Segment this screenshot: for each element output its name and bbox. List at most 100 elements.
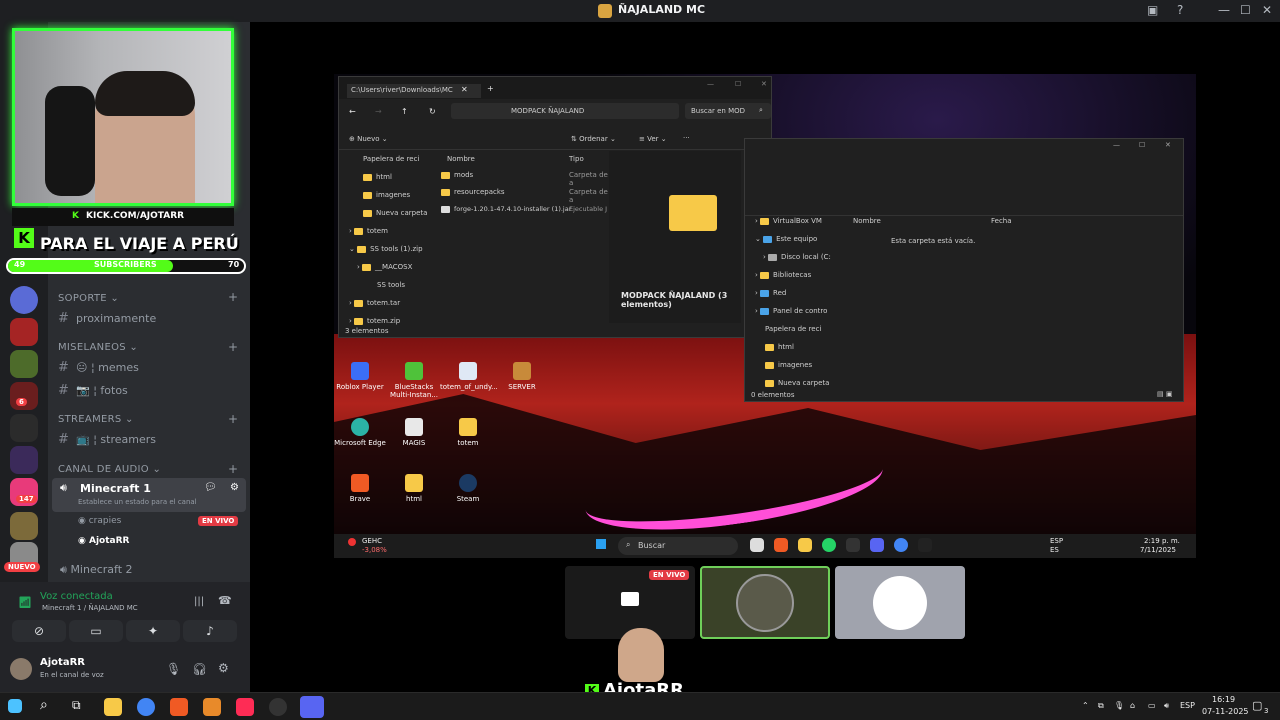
camera-button[interactable]: ⊘ xyxy=(12,620,66,642)
file-row[interactable]: mods Carpeta de a xyxy=(441,171,613,188)
tree-item[interactable]: › Red xyxy=(755,289,835,307)
disconnect-icon[interactable]: ☎ xyxy=(218,594,232,607)
channel-fotos[interactable]: # 📷 ¦ fotos xyxy=(58,383,128,398)
tree-item[interactable]: › Disco local (C: xyxy=(755,253,835,271)
desktop-icon-brave[interactable]: Brave xyxy=(332,474,388,503)
clock-date[interactable]: 07-11-2025 xyxy=(1202,707,1249,716)
clock-time[interactable]: 16:19 xyxy=(1212,695,1235,704)
settings-icon[interactable]: ⚙ xyxy=(230,482,239,493)
volume-icon[interactable]: 🔊︎ xyxy=(1164,701,1169,711)
windows-start-icon[interactable] xyxy=(8,699,22,713)
category-miselaneos[interactable]: MISELANEOS ⌄ xyxy=(58,342,138,353)
username[interactable]: AjotaRR xyxy=(40,657,85,668)
channel-proximamente[interactable]: # proximamente xyxy=(58,311,156,326)
activities-button[interactable]: ✦ xyxy=(126,620,180,642)
mic-icon[interactable]: 🎙︎ xyxy=(1114,701,1124,710)
desktop-icon-edge[interactable]: Microsoft Edge xyxy=(332,418,388,447)
tree-item[interactable]: html xyxy=(755,343,835,361)
obs-icon[interactable] xyxy=(269,698,287,716)
search-icon[interactable]: ⌕ xyxy=(40,697,48,713)
forward-icon[interactable]: → xyxy=(375,107,382,116)
discord-icon[interactable] xyxy=(300,696,324,718)
back-icon[interactable]: ← xyxy=(349,107,356,116)
server-icon[interactable] xyxy=(10,414,38,442)
tree-item[interactable]: › Bibliotecas xyxy=(755,271,835,289)
tree-item[interactable]: › totem xyxy=(349,227,429,245)
app-icon[interactable] xyxy=(203,698,221,716)
close-button[interactable]: ✕ xyxy=(1262,3,1272,17)
column-header-name[interactable]: Nombre xyxy=(853,217,881,225)
notification-icon[interactable]: ▢ xyxy=(1252,699,1262,712)
view-button[interactable]: ≡ Ver ⌄ xyxy=(639,135,667,143)
battery-icon[interactable]: ▭ xyxy=(1148,701,1156,710)
minimize-icon[interactable]: — xyxy=(707,80,714,88)
channel-status[interactable]: Establece un estado para el canal xyxy=(78,498,197,506)
folder-icon[interactable] xyxy=(798,538,812,552)
more-icon[interactable]: ··· xyxy=(683,134,690,142)
minimize-button[interactable]: — xyxy=(1218,3,1230,17)
close-tab-icon[interactable]: ✕ xyxy=(461,85,468,94)
up-icon[interactable]: ↑ xyxy=(401,107,408,116)
channel-streamers[interactable]: # 📺 ¦ streamers xyxy=(58,432,156,447)
tray-icon[interactable]: ⧉ xyxy=(1098,701,1104,711)
whatsapp-icon[interactable] xyxy=(822,538,836,552)
headphones-icon[interactable]: 🎧︎ xyxy=(192,662,207,676)
tree-item[interactable]: html xyxy=(349,173,429,191)
server-icon[interactable] xyxy=(10,512,38,540)
desktop-icon-totem[interactable]: totem xyxy=(440,418,496,447)
maximize-button[interactable]: ☐ xyxy=(1240,3,1251,17)
server-icon[interactable] xyxy=(10,350,38,378)
brave-icon[interactable] xyxy=(774,538,788,552)
language[interactable]: ESP ES xyxy=(1050,537,1063,555)
soundboard-button[interactable]: ♪ xyxy=(183,620,237,642)
desktop-icon-steam[interactable]: Steam xyxy=(440,474,496,503)
chat-icon[interactable]: 💬︎ xyxy=(204,482,217,493)
sort-button[interactable]: ⇅ Ordenar ⌄ xyxy=(571,135,616,143)
category-soporte[interactable]: SOPORTE ⌄ xyxy=(58,293,119,304)
add-channel-icon[interactable]: + xyxy=(228,340,238,354)
chrome-icon[interactable] xyxy=(894,538,908,552)
taskview-icon[interactable] xyxy=(750,538,764,552)
tree-item[interactable]: SS tools xyxy=(349,281,429,299)
new-button[interactable]: ⊕ Nuevo ⌄ xyxy=(349,135,388,143)
add-channel-icon[interactable]: + xyxy=(228,412,238,426)
tree-item[interactable]: ⌄ Este equipo xyxy=(755,235,835,253)
minimize-icon[interactable]: — xyxy=(1113,141,1120,149)
server-icon[interactable] xyxy=(10,318,38,346)
category-audio[interactable]: CANAL DE AUDIO ⌄ xyxy=(58,464,161,475)
server-icon[interactable] xyxy=(10,286,38,314)
desktop-icon-totem-file[interactable]: totem_of_undy... xyxy=(440,362,498,391)
brave-icon[interactable] xyxy=(170,698,188,716)
noise-icon[interactable]: ||| xyxy=(194,596,204,607)
language[interactable]: ESP xyxy=(1180,701,1195,710)
channel-memes[interactable]: # 😐 ¦ memes xyxy=(58,360,139,375)
tree-item[interactable]: › totem.tar xyxy=(349,299,429,317)
category-streamers[interactable]: STREAMERS ⌄ xyxy=(58,414,134,425)
search-bar[interactable]: ⌕ Buscar xyxy=(618,537,738,555)
details-view-icon[interactable]: ▤ ▣ xyxy=(1157,390,1172,398)
close-icon[interactable]: ✕ xyxy=(761,80,767,88)
voice-member[interactable]: ◉ AjotaRR xyxy=(78,536,129,546)
inbox-icon[interactable]: ▣ xyxy=(1147,3,1158,17)
voice-channel-active[interactable]: 🔊︎ Minecraft 1 Establece un estado para … xyxy=(52,478,246,512)
maximize-icon[interactable]: ☐ xyxy=(735,80,741,88)
desktop-icon-server[interactable]: SERVER xyxy=(494,362,550,391)
windows-start-icon[interactable] xyxy=(596,539,606,549)
help-icon[interactable]: ? xyxy=(1177,3,1183,17)
add-channel-icon[interactable]: + xyxy=(228,462,238,476)
tree-item[interactable]: Papelera de reci xyxy=(349,155,429,173)
add-channel-icon[interactable]: + xyxy=(228,290,238,304)
search-box[interactable]: Buscar en MOD ⌕ xyxy=(685,103,771,119)
mic-icon[interactable]: 🎙︎ xyxy=(166,662,181,676)
new-tab-icon[interactable]: + xyxy=(487,84,494,93)
tree-item[interactable]: Nueva carpeta xyxy=(349,209,429,227)
desktop-icon-roblox[interactable]: Roblox Player xyxy=(332,362,388,391)
tree-item[interactable]: › Panel de contro xyxy=(755,307,835,325)
voice-member[interactable]: ◉ crapies xyxy=(78,516,121,526)
desktop-icon-bluestacks[interactable]: BlueStacks Multi-Instan... xyxy=(386,362,442,399)
maximize-icon[interactable]: ☐ xyxy=(1139,141,1145,149)
column-header-date[interactable]: Fecha xyxy=(991,217,1012,225)
settings-icon[interactable]: ⚙ xyxy=(218,661,229,675)
app-icon[interactable] xyxy=(870,538,884,552)
tree-item[interactable]: imagenes xyxy=(349,191,429,209)
